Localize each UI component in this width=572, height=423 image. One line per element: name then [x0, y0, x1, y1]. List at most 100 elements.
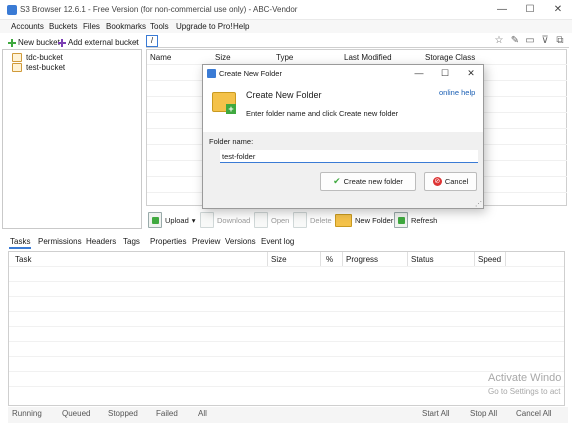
- filter-icon[interactable]: ⊽: [540, 36, 550, 46]
- copy-icon[interactable]: ⧉: [555, 36, 565, 46]
- create-new-folder-button[interactable]: ✔ Create new folder: [320, 172, 416, 191]
- bucket-name: test-bucket: [26, 63, 66, 72]
- task-column-speed[interactable]: Speed: [478, 255, 501, 264]
- menu-upgrade[interactable]: Upgrade to Pro!: [176, 22, 232, 31]
- menu-bookmarks[interactable]: Bookmarks: [106, 22, 146, 31]
- upload-icon: [148, 212, 162, 228]
- tab-event-log[interactable]: Event log: [261, 237, 294, 246]
- task-column-task[interactable]: Task: [15, 255, 31, 264]
- view-icon[interactable]: ▭: [525, 36, 535, 46]
- tab-permissions[interactable]: Permissions: [38, 237, 82, 246]
- cancel-button[interactable]: ⊘ Cancel: [424, 172, 477, 191]
- menu-buckets[interactable]: Buckets: [49, 22, 77, 31]
- filter-stopped[interactable]: Stopped: [108, 409, 138, 418]
- plus-icon: [58, 38, 66, 47]
- add-external-bucket-button[interactable]: Add external bucket: [58, 38, 139, 47]
- column-name[interactable]: Name: [150, 53, 171, 62]
- delete-button[interactable]: Delete: [293, 210, 332, 230]
- menu-accounts[interactable]: Accounts: [11, 22, 44, 31]
- filter-all[interactable]: All: [198, 409, 207, 418]
- maximize-button[interactable]: ☐: [516, 3, 544, 17]
- menu-files[interactable]: Files: [83, 22, 100, 31]
- task-column-progress[interactable]: Progress: [346, 255, 378, 264]
- resize-grip-icon[interactable]: ⋰: [475, 200, 482, 208]
- tab-versions[interactable]: Versions: [225, 237, 256, 246]
- online-help-link[interactable]: online help: [439, 88, 475, 97]
- cancel-all-button[interactable]: Cancel All: [516, 409, 552, 418]
- chevron-down-icon[interactable]: ▾: [192, 216, 196, 225]
- task-column-percent[interactable]: %: [326, 255, 333, 264]
- path-input[interactable]: /: [146, 35, 158, 47]
- tab-properties[interactable]: Properties: [150, 237, 186, 246]
- row-divider: [9, 281, 564, 282]
- dialog-description: Enter folder name and click Create new f…: [246, 109, 399, 118]
- upload-label: Upload: [165, 215, 189, 225]
- activation-watermark: Activate Windo: [488, 372, 562, 384]
- toolbar-overflow-button[interactable]: »: [134, 39, 138, 46]
- delete-label: Delete: [310, 215, 332, 225]
- tab-tags[interactable]: Tags: [123, 237, 140, 246]
- tab-headers[interactable]: Headers: [86, 237, 116, 246]
- delete-icon: [293, 212, 307, 228]
- row-divider: [9, 266, 564, 267]
- bucket-item-test[interactable]: test-bucket: [12, 63, 65, 72]
- bucket-list-panel: [2, 49, 142, 229]
- cancel-label: Cancel: [444, 177, 469, 186]
- filter-failed[interactable]: Failed: [156, 409, 178, 418]
- check-icon: ✔: [333, 176, 341, 186]
- close-button[interactable]: ✕: [544, 3, 572, 17]
- app-icon: [7, 5, 17, 15]
- refresh-label: Refresh: [411, 215, 438, 225]
- bucket-item-tdc[interactable]: tdc-bucket: [12, 53, 63, 62]
- start-all-button[interactable]: Start All: [422, 409, 450, 418]
- menu-tools[interactable]: Tools: [150, 22, 169, 31]
- new-folder-button[interactable]: New Folder: [335, 210, 393, 230]
- dialog-maximize-button[interactable]: ☐: [434, 67, 456, 79]
- filter-running[interactable]: Running: [12, 409, 42, 418]
- download-icon: [200, 212, 214, 228]
- column-last-modified[interactable]: Last Modified: [344, 53, 392, 62]
- column-storage-class[interactable]: Storage Class: [425, 53, 475, 62]
- bucket-icon: [12, 63, 22, 72]
- column-divider: [320, 252, 321, 267]
- column-type[interactable]: Type: [276, 53, 293, 62]
- row-divider: [9, 311, 564, 312]
- window-title: S3 Browser 12.6.1 - Free Version (for no…: [20, 5, 298, 14]
- row-divider: [9, 386, 564, 387]
- active-tab-indicator: [9, 247, 31, 249]
- refresh-icon: [394, 212, 408, 228]
- column-divider: [474, 252, 475, 267]
- column-divider: [342, 252, 343, 267]
- create-new-folder-label: Create new folder: [343, 177, 403, 186]
- download-button[interactable]: Download: [200, 210, 250, 230]
- dialog-heading: Create New Folder: [246, 90, 322, 100]
- minimize-button[interactable]: —: [488, 3, 516, 17]
- plus-icon: [8, 38, 16, 47]
- row-divider: [9, 371, 564, 372]
- cancel-icon: ⊘: [432, 177, 442, 186]
- column-size[interactable]: Size: [215, 53, 231, 62]
- edit-icon[interactable]: ✎: [510, 36, 520, 46]
- tab-tasks[interactable]: Tasks: [10, 237, 30, 246]
- upload-button[interactable]: Upload ▾: [148, 210, 196, 230]
- task-column-status[interactable]: Status: [411, 255, 434, 264]
- open-button[interactable]: Open: [254, 210, 289, 230]
- row-divider: [9, 341, 564, 342]
- dialog-minimize-button[interactable]: —: [408, 67, 430, 79]
- refresh-button[interactable]: Refresh: [394, 210, 437, 230]
- row-divider: [9, 356, 564, 357]
- stop-all-button[interactable]: Stop All: [470, 409, 497, 418]
- new-bucket-button[interactable]: New bucket: [8, 38, 60, 47]
- folder-name-input[interactable]: [220, 150, 478, 163]
- plus-icon: +: [226, 104, 236, 114]
- filter-queued[interactable]: Queued: [62, 409, 90, 418]
- folder-icon: [335, 213, 352, 227]
- task-column-size[interactable]: Size: [271, 255, 287, 264]
- column-divider: [407, 252, 408, 267]
- star-icon[interactable]: ☆: [494, 36, 504, 46]
- task-table: [8, 251, 565, 406]
- column-divider: [505, 252, 506, 267]
- tab-preview[interactable]: Preview: [192, 237, 220, 246]
- menu-help[interactable]: Help: [233, 22, 249, 31]
- dialog-close-button[interactable]: ✕: [460, 67, 482, 79]
